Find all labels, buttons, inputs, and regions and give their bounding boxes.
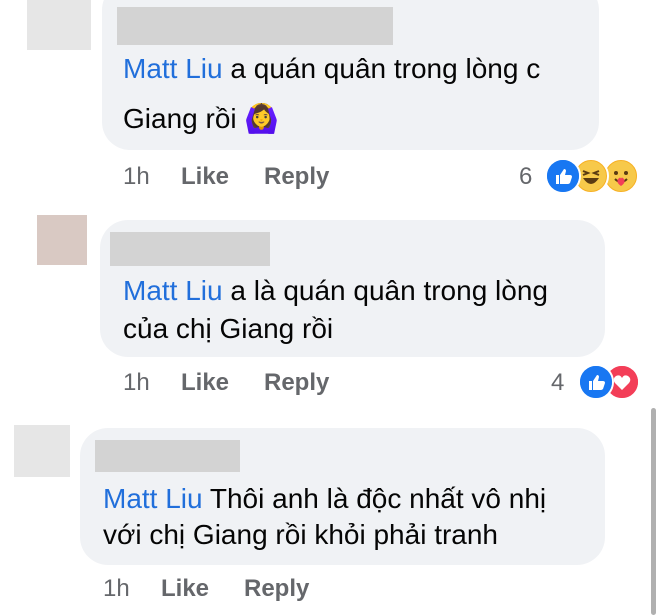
like-button[interactable]: Like <box>181 368 229 398</box>
reply-button[interactable]: Reply <box>264 162 329 192</box>
timestamp[interactable]: 1h <box>103 574 130 604</box>
reactions-summary[interactable] <box>543 158 643 194</box>
commenter-name-redacted[interactable] <box>117 7 393 45</box>
comment-actions: 1h Like Reply <box>123 368 373 398</box>
avatar[interactable] <box>27 0 91 50</box>
commenter-name-redacted[interactable] <box>110 232 270 266</box>
comment-actions: 1h Like Reply <box>103 574 353 604</box>
avatar[interactable] <box>14 425 70 477</box>
comment-text-line2: Giang rồi 🙆‍♀️ <box>123 103 280 134</box>
comment-text: Matt Liu a quán quân trong lòng c <box>123 53 541 84</box>
mention-link[interactable]: Matt Liu <box>103 483 203 514</box>
timestamp[interactable]: 1h <box>123 368 150 398</box>
mention-link[interactable]: Matt Liu <box>123 275 223 306</box>
reply-button[interactable]: Reply <box>264 368 329 398</box>
avatar[interactable] <box>37 215 87 265</box>
scrollbar[interactable] <box>651 408 656 615</box>
commenter-name-redacted[interactable] <box>95 440 240 472</box>
woman-gesturing-ok-emoji: 🙆‍♀️ <box>244 103 280 134</box>
reactions-summary[interactable] <box>576 364 646 400</box>
comment-actions: 1h Like Reply <box>123 162 373 192</box>
like-button[interactable]: Like <box>161 574 209 604</box>
reply-button[interactable]: Reply <box>244 574 309 604</box>
reaction-count[interactable]: 4 <box>551 368 564 398</box>
comment-text-line2: với chị Giang rồi khỏi phải tranh <box>103 519 499 550</box>
mention-link[interactable]: Matt Liu <box>123 53 223 84</box>
like-icon <box>578 364 614 400</box>
comment-text-line2: của chị Giang rồi <box>123 313 334 344</box>
timestamp[interactable]: 1h <box>123 162 150 192</box>
reaction-count[interactable]: 6 <box>519 162 532 192</box>
like-button[interactable]: Like <box>181 162 229 192</box>
like-icon <box>545 158 581 194</box>
